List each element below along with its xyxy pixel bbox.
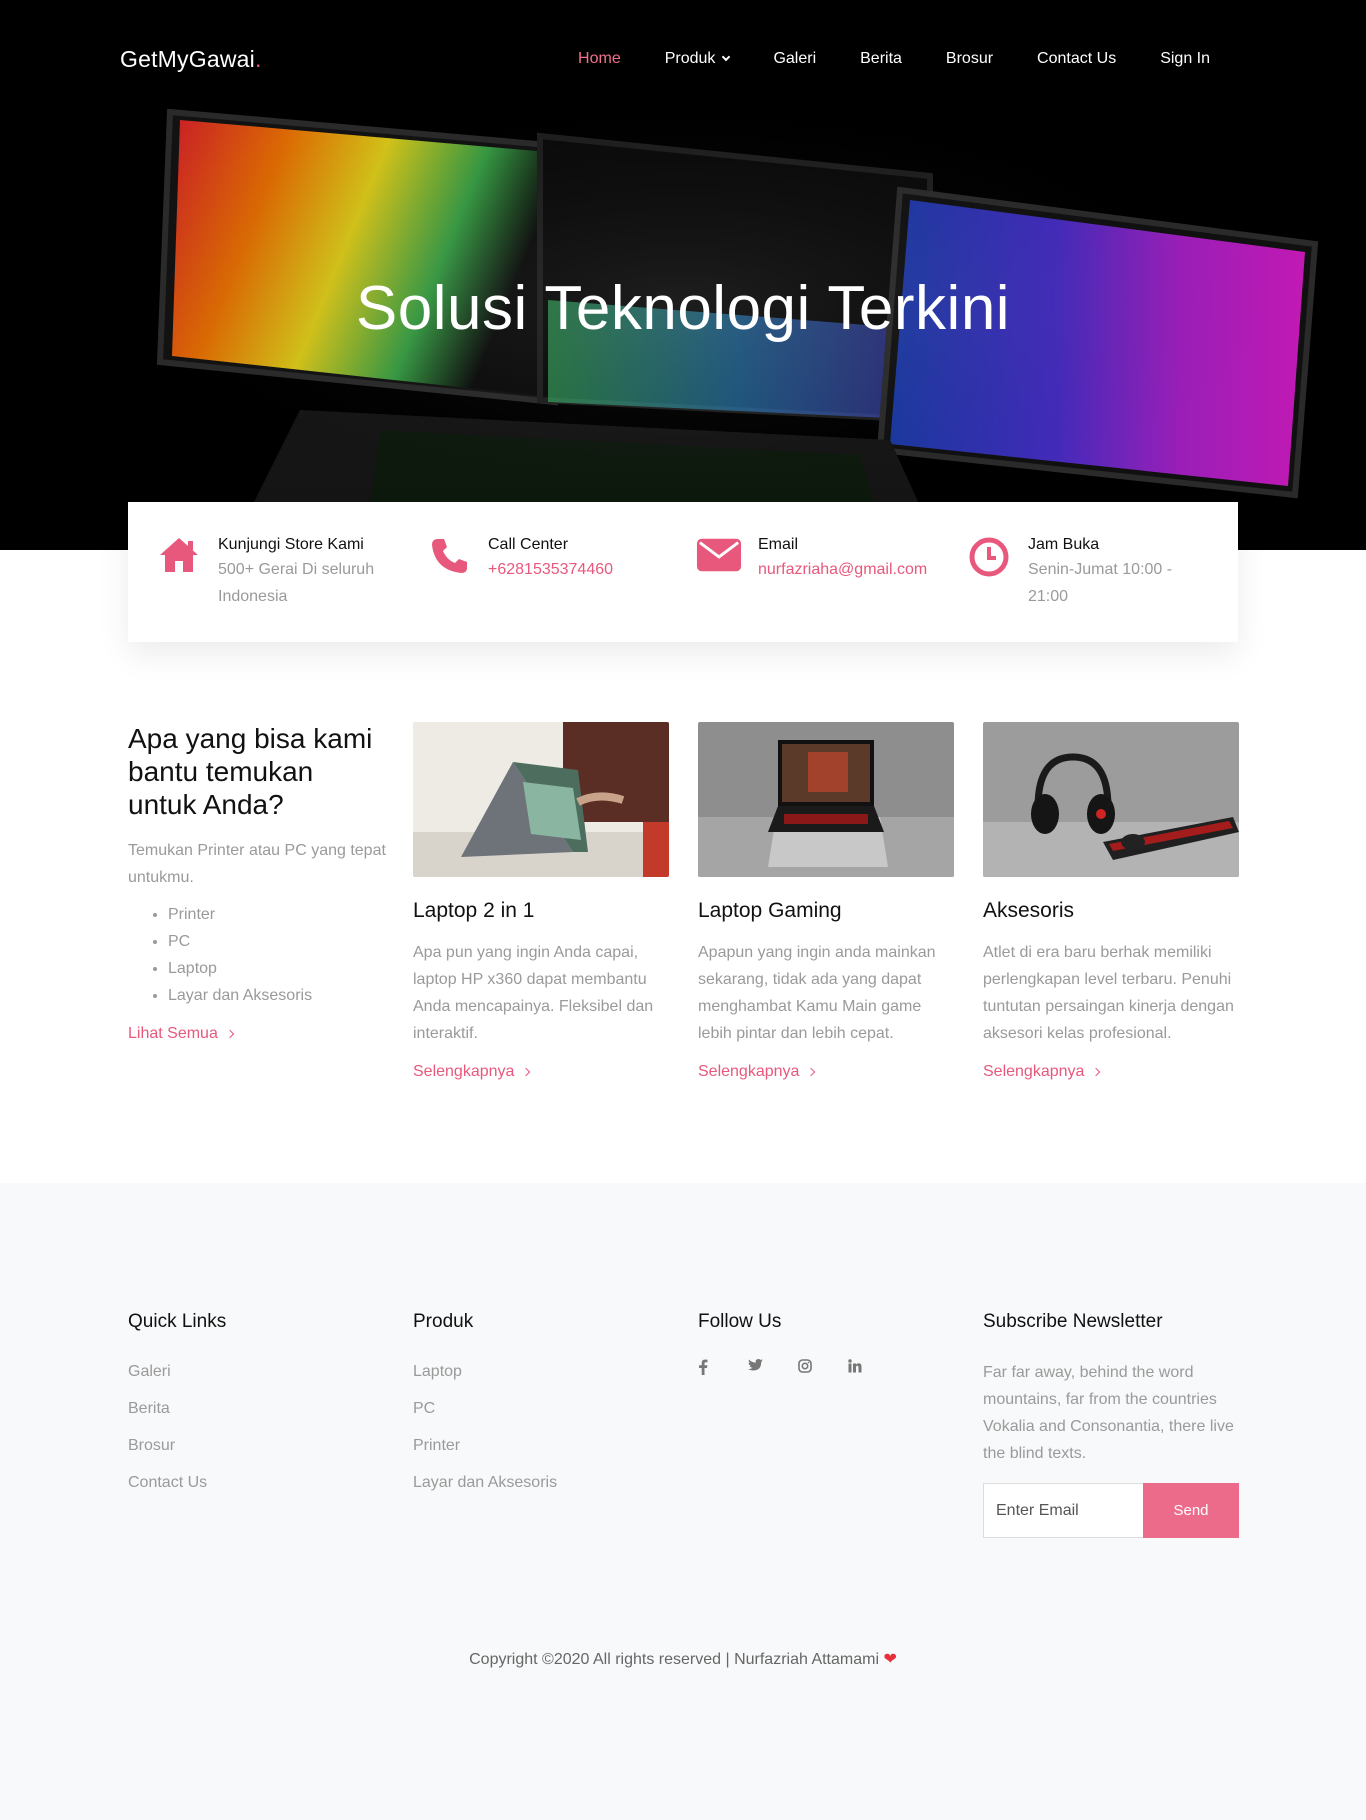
read-more-label: Selengkapnya — [983, 1063, 1085, 1080]
nav-item-galeri[interactable]: Galeri — [773, 50, 816, 68]
footer-newsletter: Subscribe Newsletter Far far away, behin… — [983, 1311, 1239, 1538]
footer-link-pc[interactable]: PC — [413, 1390, 669, 1427]
chevron-right-icon — [1092, 1067, 1101, 1077]
footer: Quick Links Galeri Berita Brosur Contact… — [0, 1183, 1366, 1820]
footer-link-layar-aksesoris[interactable]: Layar dan Aksesoris — [413, 1464, 669, 1501]
brand-logo[interactable]: GetMyGawai. — [120, 46, 262, 73]
footer-link-galeri[interactable]: Galeri — [128, 1353, 384, 1390]
read-more-link[interactable]: Selengkapnya — [698, 1063, 816, 1081]
hero-section: GetMyGawai. Home Produk Galeri Berita Br… — [0, 0, 1366, 550]
footer-heading: Quick Links — [128, 1311, 227, 1332]
list-item: PC — [168, 928, 388, 955]
info-email-title: Email — [758, 536, 799, 553]
footer-heading: Produk — [413, 1311, 474, 1332]
laptop-2in1-image[interactable] — [413, 722, 669, 877]
phone-icon — [426, 534, 472, 580]
copyright-text: Copyright ©2020 All rights reserved | Nu… — [469, 1651, 880, 1668]
info-hours-text: Senin-Jumat 10:00 - 21:00 — [1028, 561, 1173, 605]
linkedin-icon[interactable] — [848, 1359, 898, 1378]
main-navigation: GetMyGawai. Home Produk Galeri Berita Br… — [0, 0, 1366, 120]
phone-number-link[interactable]: +6281535374460 — [488, 556, 688, 583]
footer-heading: Subscribe Newsletter — [983, 1311, 1163, 1332]
nav-item-produk-label: Produk — [664, 50, 716, 67]
info-card: Kunjungi Store Kami 500+ Gerai Di seluru… — [128, 502, 1238, 642]
nav-item-home[interactable]: Home — [578, 50, 621, 68]
intro-section: Apa yang bisa kami bantu temukan untuk A… — [128, 722, 388, 1043]
see-all-label: Lihat Semua — [128, 1025, 218, 1042]
footer-link-printer[interactable]: Printer — [413, 1427, 669, 1464]
intro-heading: Apa yang bisa kami bantu temukan untuk A… — [128, 723, 373, 820]
info-call-center: Call Center +6281535374460 — [398, 502, 668, 642]
read-more-link[interactable]: Selengkapnya — [413, 1063, 531, 1081]
nav-menu: Home Produk Galeri Berita Brosur Contact… — [534, 50, 1210, 68]
email-link[interactable]: nurfazriaha@gmail.com — [758, 556, 958, 583]
laptop-gaming-image[interactable] — [698, 722, 954, 877]
info-store: Kunjungi Store Kami 500+ Gerai Di seluru… — [128, 502, 398, 642]
product-card-laptop-2in1: Laptop 2 in 1 Apa pun yang ingin Anda ca… — [413, 722, 669, 1081]
newsletter-text: Far far away, behind the word mountains,… — [983, 1364, 1234, 1462]
social-links — [698, 1359, 954, 1378]
instagram-icon[interactable] — [798, 1359, 848, 1378]
read-more-label: Selengkapnya — [413, 1063, 515, 1080]
nav-item-brosur[interactable]: Brosur — [946, 50, 993, 68]
chevron-down-icon — [722, 52, 731, 62]
card-title: Laptop Gaming — [698, 899, 842, 922]
facebook-icon[interactable] — [698, 1359, 748, 1378]
envelope-icon — [696, 534, 742, 580]
card-title: Aksesoris — [983, 899, 1075, 922]
twitter-icon[interactable] — [748, 1359, 798, 1378]
footer-follow: Follow Us — [698, 1311, 954, 1378]
product-card-laptop-gaming: Laptop Gaming Apapun yang ingin anda mai… — [698, 722, 954, 1081]
nav-item-contact-us[interactable]: Contact Us — [1037, 50, 1116, 68]
footer-produk: Produk Laptop PC Printer Layar dan Akses… — [413, 1311, 669, 1501]
send-button[interactable]: Send — [1143, 1483, 1239, 1538]
hero-title: Solusi Teknologi Terkini — [355, 274, 1011, 343]
footer-quick-links: Quick Links Galeri Berita Brosur Contact… — [128, 1311, 384, 1501]
home-icon — [156, 534, 202, 580]
list-item: Laptop — [168, 955, 388, 982]
footer-link-brosur[interactable]: Brosur — [128, 1427, 384, 1464]
footer-link-berita[interactable]: Berita — [128, 1390, 384, 1427]
clock-icon — [966, 534, 1012, 580]
see-all-link[interactable]: Lihat Semua — [128, 1025, 235, 1043]
info-store-text: 500+ Gerai Di seluruh Indonesia — [218, 561, 375, 605]
chevron-right-icon — [522, 1067, 531, 1077]
aksesoris-image[interactable] — [983, 722, 1239, 877]
chevron-right-icon — [225, 1029, 235, 1039]
chevron-right-icon — [807, 1067, 816, 1077]
copyright: Copyright ©2020 All rights reserved | Nu… — [0, 1649, 1366, 1669]
heart-icon: ❤ — [883, 1651, 897, 1668]
intro-list: Printer PC Laptop Layar dan Aksesoris — [128, 901, 388, 1009]
list-item: Layar dan Aksesoris — [168, 982, 388, 1009]
footer-link-laptop[interactable]: Laptop — [413, 1353, 669, 1390]
info-hours: Jam Buka Senin-Jumat 10:00 - 21:00 — [938, 502, 1208, 642]
read-more-label: Selengkapnya — [698, 1063, 800, 1080]
info-store-title: Kunjungi Store Kami — [218, 536, 364, 553]
info-hours-title: Jam Buka — [1028, 536, 1100, 553]
nav-item-sign-in[interactable]: Sign In — [1160, 50, 1210, 68]
nav-item-berita[interactable]: Berita — [860, 50, 902, 68]
nav-item-produk[interactable]: Produk — [664, 50, 731, 68]
card-text: Apapun yang ingin anda mainkan sekarang,… — [698, 944, 936, 1042]
footer-heading: Follow Us — [698, 1311, 782, 1332]
subscribe-form: Send — [983, 1483, 1239, 1538]
card-text: Atlet di era baru berhak memiliki perlen… — [983, 944, 1234, 1042]
info-email: Email nurfazriaha@gmail.com — [668, 502, 938, 642]
product-card-aksesoris: Aksesoris Atlet di era baru berhak memil… — [983, 722, 1239, 1081]
read-more-link[interactable]: Selengkapnya — [983, 1063, 1101, 1081]
footer-link-contact-us[interactable]: Contact Us — [128, 1464, 384, 1501]
intro-text: Temukan Printer atau PC yang tepat untuk… — [128, 842, 386, 886]
list-item: Printer — [168, 901, 388, 928]
info-call-title: Call Center — [488, 536, 569, 553]
card-title: Laptop 2 in 1 — [413, 899, 535, 922]
card-text: Apa pun yang ingin Anda capai, laptop HP… — [413, 944, 654, 1042]
email-field[interactable] — [983, 1483, 1143, 1538]
